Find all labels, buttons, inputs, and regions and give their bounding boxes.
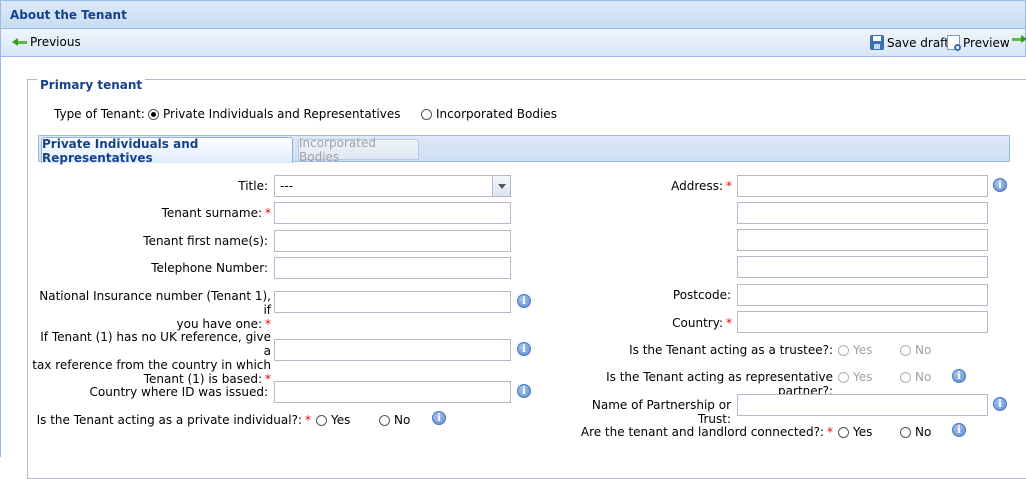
info-icon[interactable]: i [952,369,966,383]
title-select-value: --- [280,179,293,193]
fieldset-legend: Primary tenant [37,78,146,92]
tax-ref-label: If Tenant (1) has no UK reference, give … [32,330,271,386]
tenant-type-private-label: Private Individuals and Representatives [163,107,401,121]
connected-label: Are the tenant and landlord connected?: * [580,425,833,439]
address-line-1-input[interactable] [737,175,988,197]
info-icon[interactable]: i [517,294,531,308]
tenant-type-private-radio[interactable]: Private Individuals and Representatives [148,107,400,121]
rep-partner-no-radio[interactable]: No [900,370,931,384]
postcode-input[interactable] [737,284,988,306]
trustee-label: Is the Tenant acting as a trustee?: [629,343,833,357]
tenant-type-label: Type of Tenant: [54,107,145,121]
telephone-label: Telephone Number: [151,261,268,275]
connected-yes-radio[interactable]: Yes [838,425,872,439]
tax-ref-input[interactable] [274,339,511,361]
preview-button[interactable]: Preview [947,35,1010,51]
rep-partner-no-label: No [915,370,932,384]
surname-label: Tenant surname: * [161,206,271,220]
radio-unchecked-icon [900,344,911,356]
country-label: Country: * [672,316,732,330]
radio-unchecked-icon [379,414,390,426]
radio-unchecked-icon [838,426,849,438]
connected-no-label: No [915,425,932,439]
connected-no-radio[interactable]: No [900,425,931,439]
radio-unchecked-icon [838,344,849,356]
radio-unchecked-icon [421,108,432,120]
first-names-label: Tenant first name(s): [143,234,268,248]
private-individual-label: Is the Tenant acting as a private indivi… [36,413,311,427]
partnership-name-label: Name of Partnership or Trust: [591,398,731,426]
address-label: Address: * [671,179,732,193]
arrow-left-icon [12,37,27,47]
address-line-4-input[interactable] [737,256,988,278]
window-title: About the Tenant [10,8,127,22]
info-icon[interactable]: i [517,342,531,356]
preview-label: Preview [963,35,1010,50]
telephone-input[interactable] [274,257,511,279]
postcode-label: Postcode: [672,288,731,302]
surname-input[interactable] [274,202,511,224]
preview-icon [947,35,961,51]
ni-number-label: National Insurance number (Tenant 1), if… [39,289,271,331]
private-individual-yes-label: Yes [331,413,351,427]
tenant-type-incorporated-radio[interactable]: Incorporated Bodies [421,107,557,121]
first-names-input[interactable] [274,230,511,252]
partnership-name-input[interactable] [737,394,988,416]
trustee-yes-label: Yes [853,343,873,357]
trustee-yes-radio[interactable]: Yes [838,343,872,357]
title-select[interactable]: --- [274,175,511,197]
toolbar: Previous Save draft Preview [0,29,1026,57]
save-draft-label: Save draft [887,35,949,50]
country-input[interactable] [737,311,988,333]
radio-unchecked-icon [900,371,911,383]
country-id-label: Country where ID was issued: [89,385,268,399]
private-individual-yes-radio[interactable]: Yes [316,413,350,427]
trustee-no-label: No [915,343,932,357]
arrow-right-icon [1012,35,1026,44]
info-icon[interactable]: i [952,423,966,437]
previous-label: Previous [30,35,81,49]
info-icon[interactable]: i [993,178,1007,192]
ni-number-input[interactable] [274,291,511,313]
radio-checked-icon [148,108,159,120]
trustee-no-radio[interactable]: No [900,343,931,357]
tenant-type-incorporated-label: Incorporated Bodies [436,107,557,121]
tab-incorporated-bodies[interactable]: Incorporated Bodies [298,136,419,164]
title-label: Title: [238,179,268,193]
chevron-down-icon[interactable] [492,176,510,196]
panel-left-border [0,57,1,457]
window-title-bar: About the Tenant [0,0,1026,29]
address-line-3-input[interactable] [737,229,988,251]
rep-partner-yes-radio[interactable]: Yes [838,370,872,384]
country-id-input[interactable] [274,381,511,403]
previous-button[interactable]: Previous [12,35,81,49]
info-icon[interactable]: i [517,384,531,398]
address-line-2-input[interactable] [737,202,988,224]
info-icon[interactable]: i [432,411,446,425]
private-individual-no-radio[interactable]: No [379,413,410,427]
radio-unchecked-icon [316,414,327,426]
save-draft-button[interactable]: Save draft [870,35,949,50]
rep-partner-yes-label: Yes [853,370,873,384]
radio-unchecked-icon [838,371,849,383]
private-individual-no-label: No [394,413,411,427]
connected-yes-label: Yes [853,425,873,439]
next-button[interactable] [1012,35,1026,44]
tab-private-individuals[interactable]: Private Individuals and Representatives [41,137,293,165]
info-icon[interactable]: i [993,397,1007,411]
save-icon [870,35,884,50]
radio-unchecked-icon [900,426,911,438]
